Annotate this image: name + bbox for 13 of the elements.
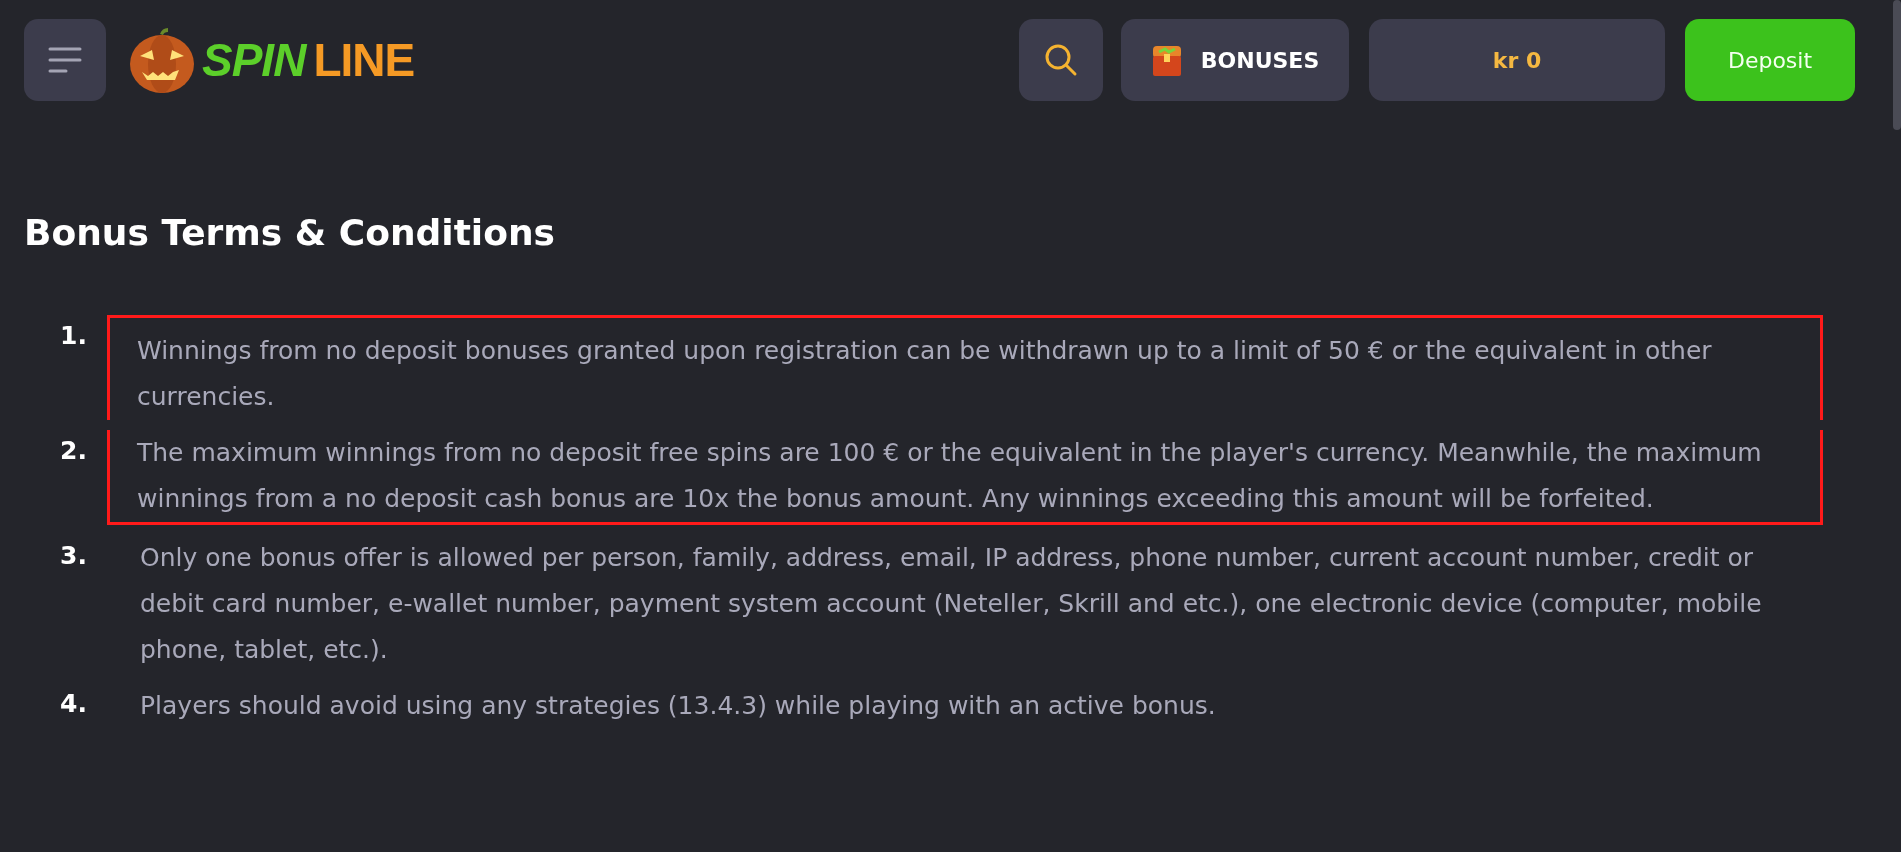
term-text: Only one bonus offer is allowed per person, family, address, email, IP address, phone number, current account number, credit or debit card number, e-wallet number, payment system account (Neteller, Skrill and etc.), one electronic device (computer, mobile phone, tablet, etc.). <box>139 542 1763 666</box>
list-number: 2. <box>60 435 88 467</box>
logo-text: LINE <box>313 33 415 87</box>
bonuses-button[interactable]: BONUSES <box>1121 19 1349 101</box>
term-text: Players should avoid using any strategies (13.4.3) while playing with an active bonus. <box>139 690 1217 722</box>
term-text: Winnings from no deposit bonuses granted upon registration can be withdrawn up to a limit of 50 € or the equivalent in other currencies. <box>136 335 1713 413</box>
balance-button[interactable]: kr 0 <box>1369 19 1665 101</box>
list-number: 1. <box>60 320 88 352</box>
list-number: 4. <box>60 688 88 720</box>
term-text: The maximum winnings from no deposit free spins are 100 € or the equivalent in the player's currency. Meanwhile, the maximum winnings from a no deposit cash bonus are 10x the bonus amount. Any winnings exceeding this amount will be forfeited. <box>136 437 1763 515</box>
logo-text: SPIN <box>202 33 306 87</box>
page-title: Bonus Terms & Conditions <box>24 212 556 253</box>
list-number: 3. <box>60 540 88 572</box>
